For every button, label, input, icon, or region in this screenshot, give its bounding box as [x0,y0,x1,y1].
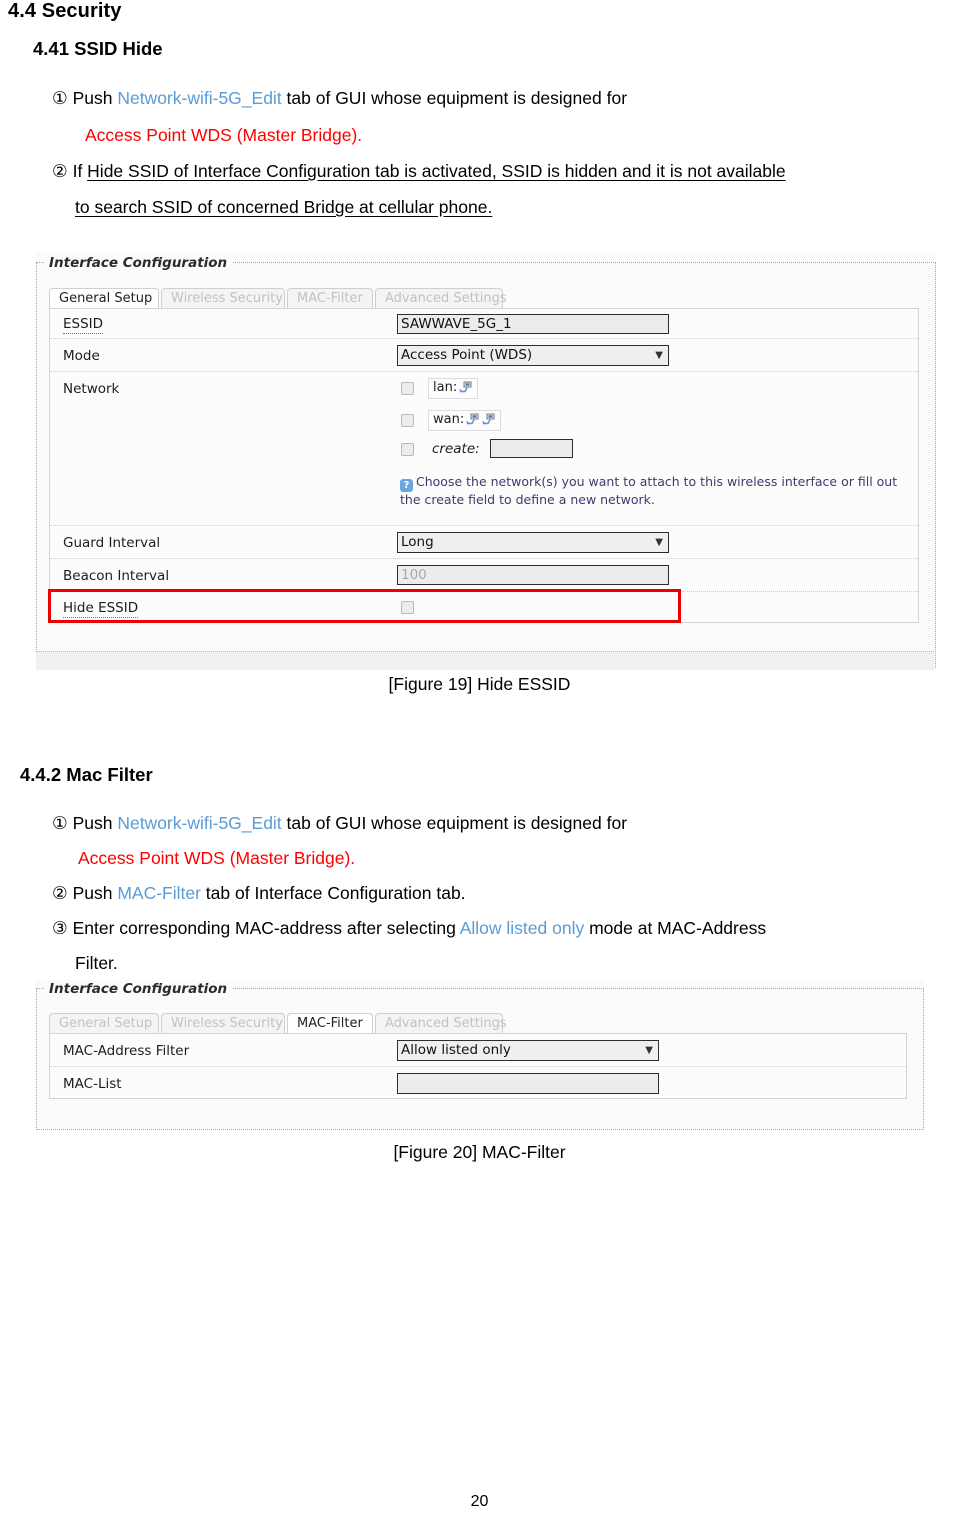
mac-step-3-line-2: Filter. [75,953,118,973]
row-mac-list: MAC-List [50,1067,906,1100]
network-lan-label: lan: [433,380,458,395]
step-2-line-2: to search SSID of concerned Bridge at ce… [75,197,493,217]
network-hint: ? Choose the network(s) you want to attac… [400,474,910,507]
label-hide-essid: Hide ESSID [63,600,139,618]
row-hide-essid: Hide ESSID [50,592,918,624]
step-marker: ② [52,161,68,181]
label-essid: ESSID [63,316,104,334]
figure-19-bottom-strip [36,651,934,670]
mac-step-1-pre: Push [72,813,118,833]
chevron-down-icon: ▼ [655,537,663,548]
link-allow-listed-only[interactable]: Allow listed only [460,918,585,938]
chevron-down-icon: ▼ [655,350,663,361]
row-mac-address-filter: MAC-Address Filter Allow listed only ▼ [50,1034,906,1067]
mode-select-value: Access Point (WDS) [401,347,533,363]
figure-20-caption: [Figure 20] MAC-Filter [393,1142,566,1162]
figure-20-screenshot: Interface Configuration General Setup Wi… [36,980,924,1130]
network-lan-checkbox[interactable] [401,382,414,395]
step-1-text-post: tab of GUI whose equipment is designed f… [281,88,628,108]
fieldset-legend: Interface Configuration [44,255,233,271]
network-create-label: create: [432,441,480,457]
tab-advanced-settings[interactable]: Advanced Settings [375,288,507,308]
page-title: 4.4 Security [8,0,122,22]
network-create-input[interactable] [490,439,573,458]
tab-mac-filter[interactable]: MAC-Filter [287,288,373,308]
mac-address-filter-value: Allow listed only [401,1042,511,1058]
network-hint-text: Choose the network(s) you want to attach… [400,474,898,507]
zone-lan-icon [459,381,473,393]
link-network-wifi-5g-edit[interactable]: Network-wifi-5G_Edit [117,88,281,108]
beacon-interval-input[interactable]: 100 [397,565,669,585]
guard-interval-select[interactable]: Long ▼ [397,532,669,553]
hide-essid-checkbox[interactable] [401,601,414,614]
mac-step-3-post: mode at MAC-Address [584,918,767,938]
row-mode: Mode Access Point (WDS) ▼ [50,339,918,372]
mac-address-filter-select[interactable]: Allow listed only ▼ [397,1040,659,1061]
network-lan-option[interactable]: lan: [428,378,479,399]
network-wan-checkbox[interactable] [401,414,414,427]
figure-19-tab-row: General Setup Wireless Security MAC-Filt… [49,288,919,310]
link-network-wifi-5g-edit[interactable]: Network-wifi-5G_Edit [117,813,281,833]
mac-step-3-pre: Enter corresponding MAC-address after se… [72,918,460,938]
chevron-down-icon: ▼ [645,1045,653,1056]
guard-interval-value: Long [401,534,434,550]
mac-step-1-post: tab of GUI whose equipment is designed f… [281,813,628,833]
zone-wan-icon-2 [482,413,496,425]
row-beacon-interval: Beacon Interval 100 [50,559,918,592]
subsection-heading-ssid-hide: 4.41 SSID Hide [33,38,163,59]
mac-step-2-line-1: ② Push MAC-Filter tab of Interface Confi… [52,883,466,904]
page-number: 20 [470,1493,489,1510]
label-mode: Mode [63,348,100,364]
figure-19-caption: [Figure 19] Hide ESSID [388,674,571,694]
figure-19-screenshot: Interface Configuration General Setup Wi… [36,252,936,670]
subsection-heading-mac-filter: 4.4.2 Mac Filter [20,764,153,785]
tab-general-setup[interactable]: General Setup [49,1013,159,1033]
mac-step-2-post: tab of Interface Configuration tab. [200,883,466,903]
figure-20-tab-row: General Setup Wireless Security MAC-Filt… [49,1013,909,1035]
mode-select[interactable]: Access Point (WDS) ▼ [397,345,669,366]
mac-step-2-pre: Push [72,883,118,903]
figure-20-panel: MAC-Address Filter Allow listed only ▼ M… [49,1033,907,1099]
mac-list-input[interactable] [397,1073,659,1094]
label-mac-address-filter: MAC-Address Filter [63,1043,190,1059]
step-1-text-pre: Push [72,88,118,108]
zone-wan-icon-1 [466,413,480,425]
network-create-checkbox[interactable] [401,443,414,456]
mac-step-3-line-1: ③ Enter corresponding MAC-address after … [52,918,766,939]
network-wan-label: wan: [433,412,465,427]
label-network: Network [63,381,120,397]
mac-step-1-line-1: ① Push Network-wifi-5G_Edit tab of GUI w… [52,813,627,834]
tab-mac-filter[interactable]: MAC-Filter [287,1013,373,1033]
row-network: Network lan: wan: create: ? Choose the ne… [50,372,918,526]
row-essid: ESSID SAWWAVE_5G_1 [50,309,918,339]
row-guard-interval: Guard Interval Long ▼ [50,526,918,559]
step-marker: ② [52,883,68,903]
step-marker: ① [52,88,68,108]
tab-wireless-security[interactable]: Wireless Security [161,288,285,308]
step-marker: ③ [52,918,68,938]
figure-19-panel: ESSID SAWWAVE_5G_1 Mode Access Point (WD… [49,308,919,623]
tab-wireless-security[interactable]: Wireless Security [161,1013,285,1033]
mac-step-1-line-2: Access Point WDS (Master Bridge). [78,848,356,868]
network-wan-option[interactable]: wan: [428,410,502,431]
step-2-underlined-text: Hide SSID of Interface Configuration tab… [87,161,786,181]
step-2-text-pre: If [72,161,88,181]
step-1-line-1: ① Push Network-wifi-5G_Edit tab of GUI w… [52,88,627,109]
tab-advanced-settings[interactable]: Advanced Settings [375,1013,507,1033]
tab-general-setup[interactable]: General Setup [49,288,159,308]
fieldset-legend: Interface Configuration [44,981,233,997]
essid-input[interactable]: SAWWAVE_5G_1 [397,314,669,334]
link-mac-filter[interactable]: MAC-Filter [117,883,201,903]
step-2-line-1: ② If Hide SSID of Interface Configuratio… [52,161,786,182]
step-1-line-2: Access Point WDS (Master Bridge). [85,125,363,145]
step-marker: ① [52,813,68,833]
label-beacon-interval: Beacon Interval [63,568,170,584]
label-mac-list: MAC-List [63,1076,122,1092]
help-icon: ? [400,479,413,492]
label-guard-interval: Guard Interval [63,535,161,551]
